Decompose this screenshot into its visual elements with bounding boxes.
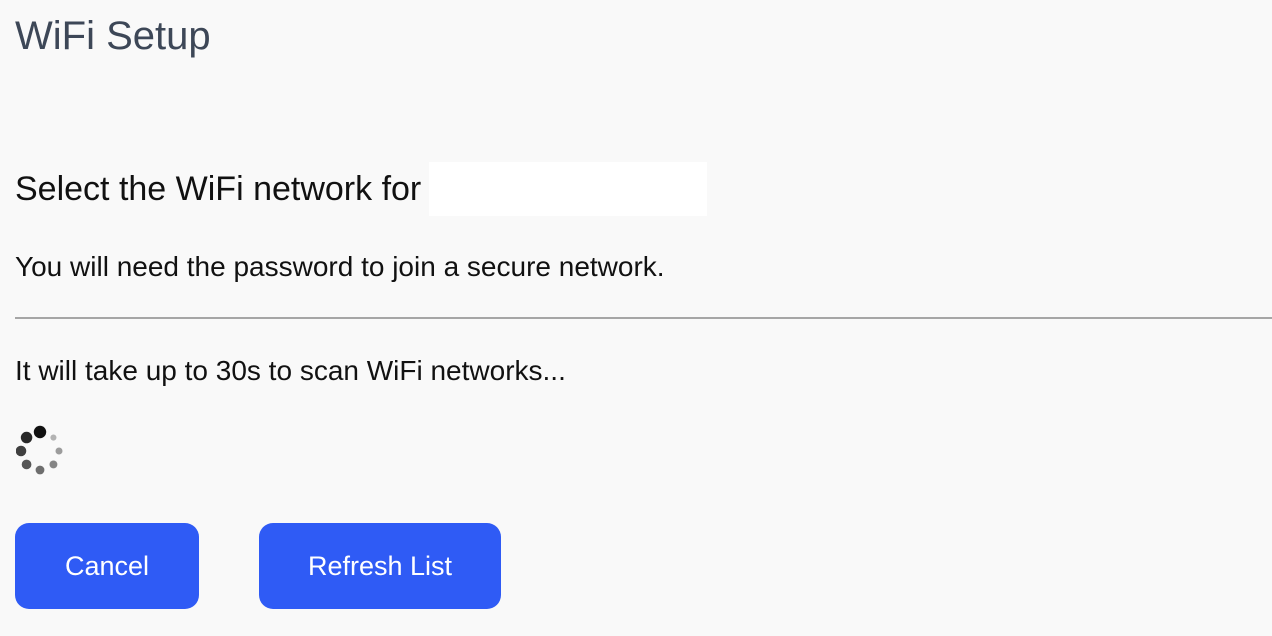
scan-message: It will take up to 30s to scan WiFi netw…	[15, 355, 566, 386]
select-network-heading: Select the WiFi network for	[15, 170, 422, 208]
cancel-button[interactable]: Cancel	[15, 523, 199, 609]
section-divider	[15, 317, 1272, 319]
device-name-field	[429, 162, 708, 216]
select-network-line: Select the WiFi network for	[15, 162, 708, 216]
spinner-dot	[55, 447, 63, 455]
spinner-dot	[20, 431, 33, 444]
refresh-list-button[interactable]: Refresh List	[259, 523, 501, 609]
spinner-dot	[21, 459, 32, 470]
spinner-dot	[49, 460, 58, 469]
page-title: WiFi Setup	[15, 14, 211, 58]
loading-spinner-icon	[15, 424, 70, 478]
spinner-dot	[15, 445, 27, 457]
password-instruction: You will need the password to join a sec…	[15, 251, 665, 282]
spinner-dot	[35, 465, 45, 475]
spinner-dot	[33, 425, 47, 439]
spinner-dot	[50, 434, 57, 441]
